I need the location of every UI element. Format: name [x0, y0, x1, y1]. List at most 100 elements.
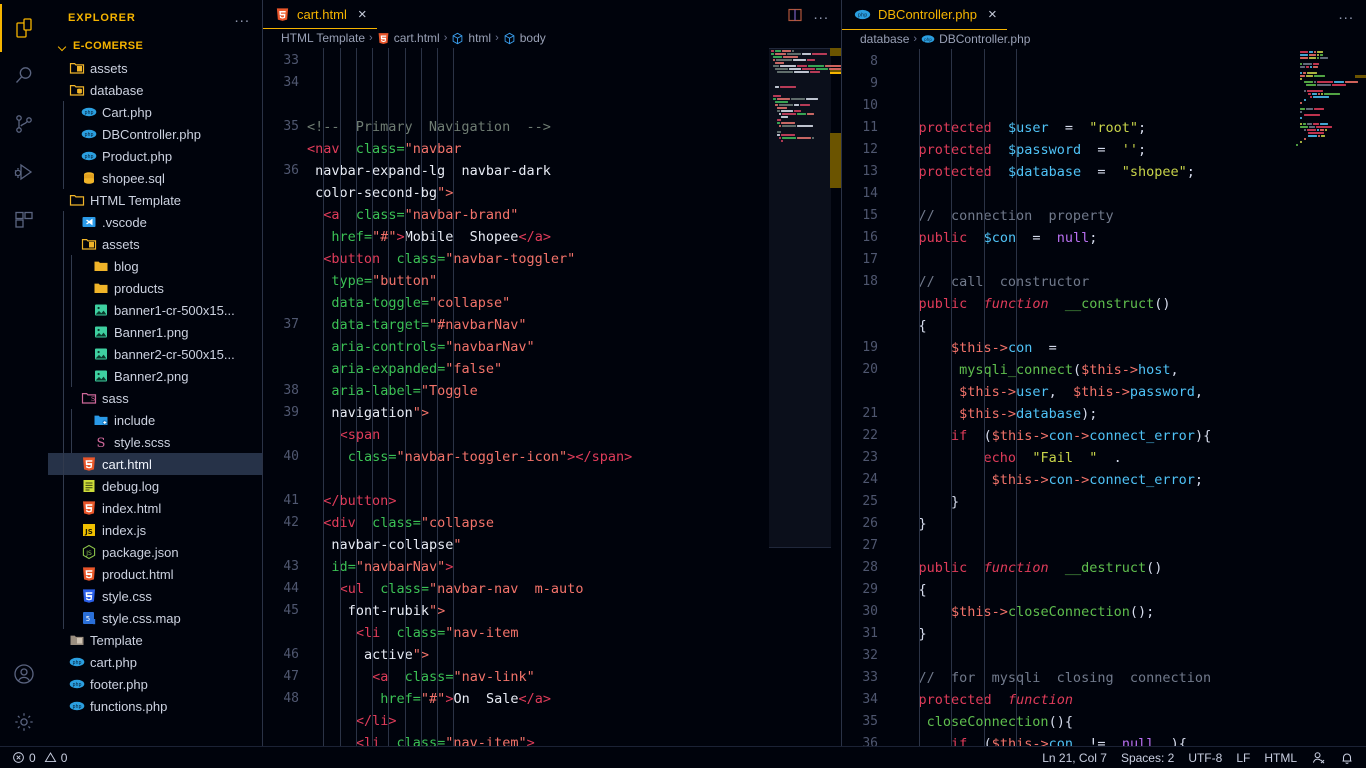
line-number: 32: [862, 647, 878, 663]
file-tree-item[interactable]: JS package.json: [48, 541, 262, 563]
tab-cart-html[interactable]: cart.html ×: [263, 0, 377, 30]
status-cursor-position[interactable]: Ln 21, Col 7: [1042, 751, 1107, 765]
symbol-cube-icon: [453, 32, 463, 45]
breadcrumb-item-symbol-html[interactable]: html: [451, 31, 491, 45]
file-tree-item[interactable]: php Cart.php: [48, 101, 262, 123]
file-tree-item[interactable]: Banner1.png: [48, 321, 262, 343]
file-tree-item[interactable]: shopee.sql: [48, 167, 262, 189]
line-number: 8: [870, 53, 878, 69]
line-number: 25: [862, 493, 878, 509]
file-tree-item[interactable]: Template: [48, 629, 262, 651]
activity-bar-item-run-debug[interactable]: [0, 148, 48, 196]
file-tree-item[interactable]: JS index.js: [48, 519, 262, 541]
file-tree-item[interactable]: .vscode: [48, 211, 262, 233]
file-type-icon: [93, 280, 109, 296]
file-tree-item[interactable]: product.html: [48, 563, 262, 585]
feedback-icon[interactable]: [1311, 750, 1326, 765]
php-icon: php: [81, 151, 97, 161]
svg-text:JS: JS: [85, 550, 92, 557]
line-number: 35: [283, 118, 299, 134]
file-tree-item[interactable]: php footer.php: [48, 673, 262, 695]
file-tree-item[interactable]: php functions.php: [48, 695, 262, 717]
breadcrumb-item-folder[interactable]: HTML Template: [281, 31, 365, 45]
file-name-label: index.html: [102, 500, 162, 516]
activity-bar-item-search[interactable]: [0, 52, 48, 100]
file-tree-item[interactable]: include: [48, 409, 262, 431]
php-icon: php: [81, 129, 97, 139]
line-number: 45: [263, 600, 299, 644]
file-type-icon: php: [69, 698, 85, 714]
activity-bar-item-explorer[interactable]: [0, 4, 48, 52]
file-tree-item[interactable]: assets: [48, 233, 262, 255]
code-editor-right[interactable]: 8 9 10 11 12 13 14 15 16 17 18 19 20 21 22 23 24 25 26 27 28…: [842, 48, 1366, 746]
file-tree-item[interactable]: database: [48, 79, 262, 101]
line-number: 24: [862, 471, 878, 487]
file-tree[interactable]: assets database php Cart.php php DBController…: [48, 57, 262, 746]
file-tree-item[interactable]: banner2-cr-500x15...: [48, 343, 262, 365]
file-tree-item[interactable]: Banner2.png: [48, 365, 262, 387]
file-tree-item[interactable]: Sstyle.scss: [48, 431, 262, 453]
file-name-label: database: [90, 82, 144, 98]
tab-close-icon[interactable]: ×: [988, 7, 997, 22]
tab-dbcontroller-php[interactable]: php DBController.php ×: [842, 0, 1007, 30]
code-line: <a class="navbar-brand": [323, 206, 519, 223]
line-number-gutter-left[interactable]: 33 34 35 36 37 38 39 40 41 42 43 44 45 46 47 48: [263, 48, 307, 746]
status-indentation[interactable]: Spaces: 2: [1121, 751, 1174, 765]
activity-bar-item-account[interactable]: [0, 650, 48, 698]
status-eol[interactable]: LF: [1236, 751, 1250, 765]
line-number: 40: [283, 448, 299, 464]
minimap-right[interactable]: [1294, 48, 1366, 746]
bell-icon[interactable]: [1340, 751, 1354, 765]
code-line: <li class="nav-item">: [355, 734, 535, 746]
file-type-icon: [81, 236, 97, 252]
activity-bar-item-settings[interactable]: [0, 698, 48, 746]
file-tree-item[interactable]: HTML Template: [48, 189, 262, 211]
file-tree-item[interactable]: debug.log: [48, 475, 262, 497]
status-problems[interactable]: 0 0: [12, 751, 67, 765]
status-encoding[interactable]: UTF-8: [1188, 751, 1222, 765]
breadcrumb-item-folder[interactable]: database: [860, 32, 909, 46]
file-tree-item[interactable]: assets: [48, 57, 262, 79]
file-tree-item[interactable]: blog: [48, 255, 262, 277]
editor-actions-left: ...: [787, 0, 841, 29]
explorer-root-folder[interactable]: E-COMERSE: [48, 35, 262, 57]
file-tree-item[interactable]: Ssass: [48, 387, 262, 409]
code-line: navbar-expand-lg navbar-dark: [315, 162, 551, 179]
breadcrumb-label: body: [519, 31, 546, 46]
code-content-left[interactable]: <!-- Primary Navigation --> <nav class="n…: [307, 47, 841, 746]
editor-more-actions-button[interactable]: ...: [813, 7, 829, 22]
minimap-left[interactable]: [769, 47, 841, 746]
file-name-label: debug.log: [102, 478, 160, 494]
html5-icon: [276, 8, 289, 21]
line-number-gutter-right[interactable]: 8 9 10 11 12 13 14 15 16 17 18 19 20 21 22 23 24 25 26 27 28…: [842, 49, 886, 746]
split-editor-icon[interactable]: [787, 7, 803, 23]
file-tree-item[interactable]: style.css: [48, 585, 262, 607]
breadcrumb-item-symbol-body[interactable]: body: [503, 31, 546, 45]
code-editor-left[interactable]: 33 34 35 36 37 38 39 40 41 42 43 44 45 46 47 48 <!-- Pr…: [263, 47, 841, 746]
svg-text:5: 5: [86, 615, 90, 623]
file-tree-item[interactable]: php Product.php: [48, 145, 262, 167]
status-language-mode[interactable]: HTML: [1264, 751, 1297, 765]
error-icon: [13, 752, 24, 763]
file-tree-item[interactable]: php DBController.php: [48, 123, 262, 145]
file-tree-item[interactable]: php cart.php: [48, 651, 262, 673]
breadcrumb-item-file[interactable]: php DBController.php: [921, 32, 1030, 46]
minimap-viewport-slider[interactable]: [769, 47, 831, 548]
file-tree-item[interactable]: 5 style.css.map: [48, 607, 262, 629]
error-count: 0: [29, 750, 36, 765]
file-tree-item[interactable]: index.html: [48, 497, 262, 519]
tab-close-icon[interactable]: ×: [358, 7, 367, 22]
editor-more-actions-button[interactable]: ...: [1338, 7, 1354, 22]
file-type-icon: [81, 170, 97, 186]
sass-icon: S: [97, 436, 106, 451]
file-tree-item[interactable]: banner1-cr-500x15...: [48, 299, 262, 321]
file-type-icon: [81, 478, 97, 494]
breadcrumb-item-file[interactable]: cart.html: [377, 31, 440, 45]
svg-text:php: php: [72, 704, 81, 710]
sidebar-more-actions-button[interactable]: ...: [234, 10, 254, 25]
code-line: navbar-collapse": [331, 536, 470, 553]
activity-bar-item-extensions[interactable]: [0, 196, 48, 244]
file-tree-item-selected[interactable]: cart.html: [48, 453, 262, 475]
file-tree-item[interactable]: products: [48, 277, 262, 299]
activity-bar-item-source-control[interactable]: [0, 100, 48, 148]
